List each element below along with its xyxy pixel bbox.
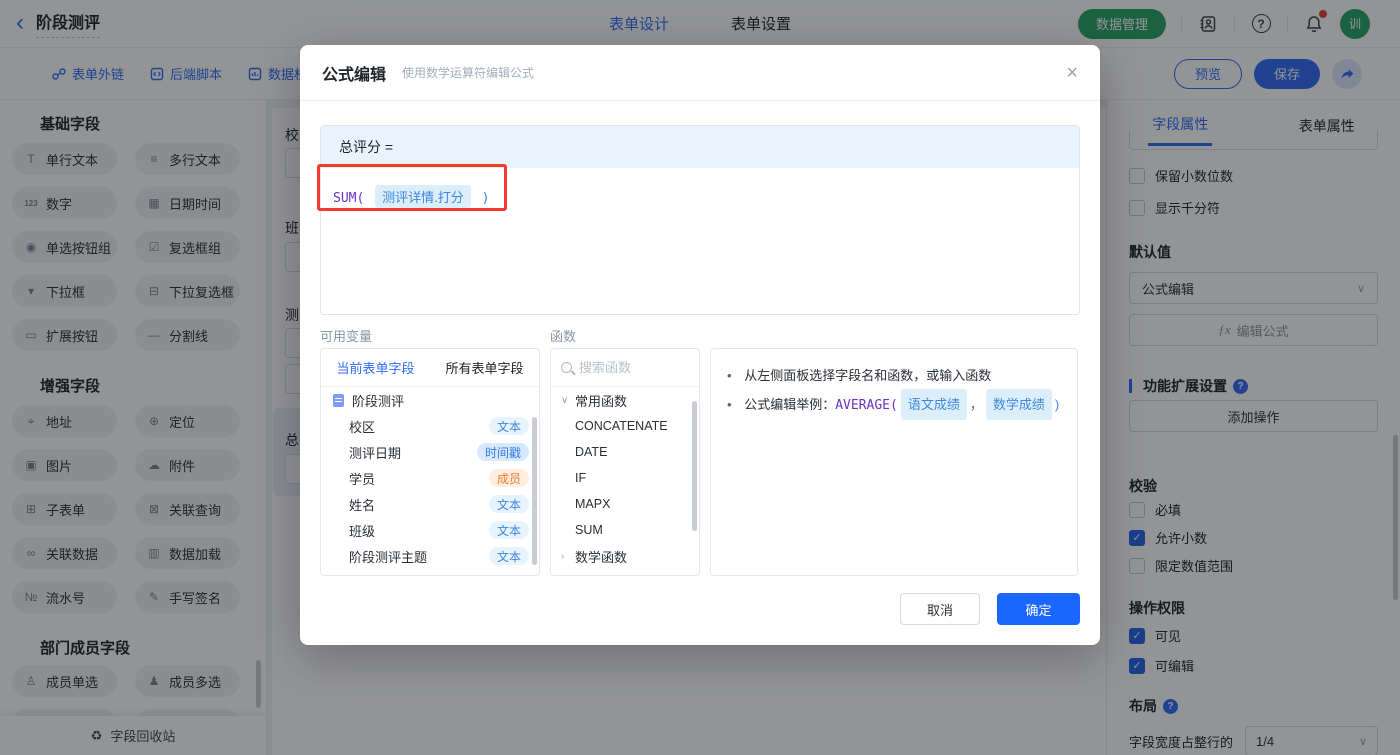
variables-scrollbar[interactable] <box>532 417 537 565</box>
tip-line-1: 从左侧面板选择字段名和函数，或输入函数 <box>727 362 1061 389</box>
cancel-button[interactable]: 取消 <box>900 593 980 625</box>
function-group-math[interactable]: › 数学函数 <box>551 543 699 569</box>
function-name: SUM( <box>333 191 364 206</box>
field-token-chip[interactable]: 测评详情.打分 <box>375 185 471 208</box>
tip-line-2: 公式编辑举例：AVERAGE(语文成绩，数学成绩) <box>727 389 1061 420</box>
variables-panel: 当前表单字段 所有表单字段 阶段测评 校区 文本 测评日期 时间戳 学员 成员 … <box>320 348 540 576</box>
type-badge: 文本 <box>489 495 529 513</box>
function-group-common[interactable]: ∨ 常用函数 <box>551 387 699 413</box>
variable-row[interactable]: 阶段测评主题 文本 <box>321 543 539 569</box>
formula-expression[interactable]: SUM( 测评详情.打分 ) <box>321 168 1079 225</box>
tab-current-form-fields[interactable]: 当前表单字段 <box>321 358 430 377</box>
modal-header: 公式编辑 使用数学运算符编辑公式 × <box>300 45 1100 101</box>
variables-label: 可用变量 <box>320 326 372 345</box>
variable-row[interactable]: 班级 文本 <box>321 517 539 543</box>
variable-row[interactable]: 姓名 文本 <box>321 491 539 517</box>
variable-row[interactable]: 测评日期 时间戳 <box>321 439 539 465</box>
function-item[interactable]: SUM <box>551 517 699 543</box>
functions-panel: ∨ 常用函数 CONCATENATE DATE IF MAPX SUM › 数学… <box>550 348 700 576</box>
formula-target: 总评分 = <box>321 126 1079 168</box>
variable-row[interactable]: 学员 成员 <box>321 465 539 491</box>
variable-tree-root[interactable]: 阶段测评 <box>321 387 539 413</box>
formula-editor-modal: 公式编辑 使用数学运算符编辑公式 × 总评分 = SUM( 测评详情.打分 ) … <box>300 45 1100 645</box>
type-badge: 文本 <box>489 417 529 435</box>
confirm-button[interactable]: 确定 <box>997 593 1080 625</box>
chevron-collapsed-icon: › <box>561 551 575 562</box>
function-item[interactable]: CONCATENATE <box>551 413 699 439</box>
formula-editor[interactable]: 总评分 = SUM( 测评详情.打分 ) <box>320 125 1080 315</box>
tips-panel: 从左侧面板选择字段名和函数，或输入函数 公式编辑举例：AVERAGE(语文成绩，… <box>710 348 1078 576</box>
variable-row[interactable]: 校区 文本 <box>321 413 539 439</box>
variables-tabs: 当前表单字段 所有表单字段 <box>321 349 539 387</box>
closing-paren: ) <box>482 191 490 206</box>
close-icon[interactable]: × <box>1066 63 1078 83</box>
example-function-name: AVERAGE( <box>835 398 898 413</box>
modal-title: 公式编辑 <box>322 61 386 85</box>
functions-scrollbar[interactable] <box>692 401 697 531</box>
function-search <box>551 349 699 387</box>
search-icon <box>561 362 572 373</box>
example-chip: 数学成绩 <box>986 389 1052 420</box>
function-item[interactable]: DATE <box>551 439 699 465</box>
function-search-input[interactable] <box>579 360 689 375</box>
type-badge: 文本 <box>489 521 529 539</box>
functions-label: 函数 <box>550 326 576 345</box>
modal-subtitle: 使用数学运算符编辑公式 <box>402 64 534 81</box>
function-item[interactable]: IF <box>551 465 699 491</box>
function-group-text[interactable]: › 文本函数 <box>551 569 699 576</box>
type-badge: 文本 <box>489 547 529 565</box>
type-badge: 成员 <box>489 469 529 487</box>
type-badge: 时间戳 <box>477 443 529 461</box>
chevron-expanded-icon: ∨ <box>561 395 575 406</box>
function-item[interactable]: MAPX <box>551 491 699 517</box>
form-doc-icon <box>333 394 344 407</box>
example-chip: 语文成绩 <box>901 389 967 420</box>
tab-all-form-fields[interactable]: 所有表单字段 <box>430 358 539 377</box>
